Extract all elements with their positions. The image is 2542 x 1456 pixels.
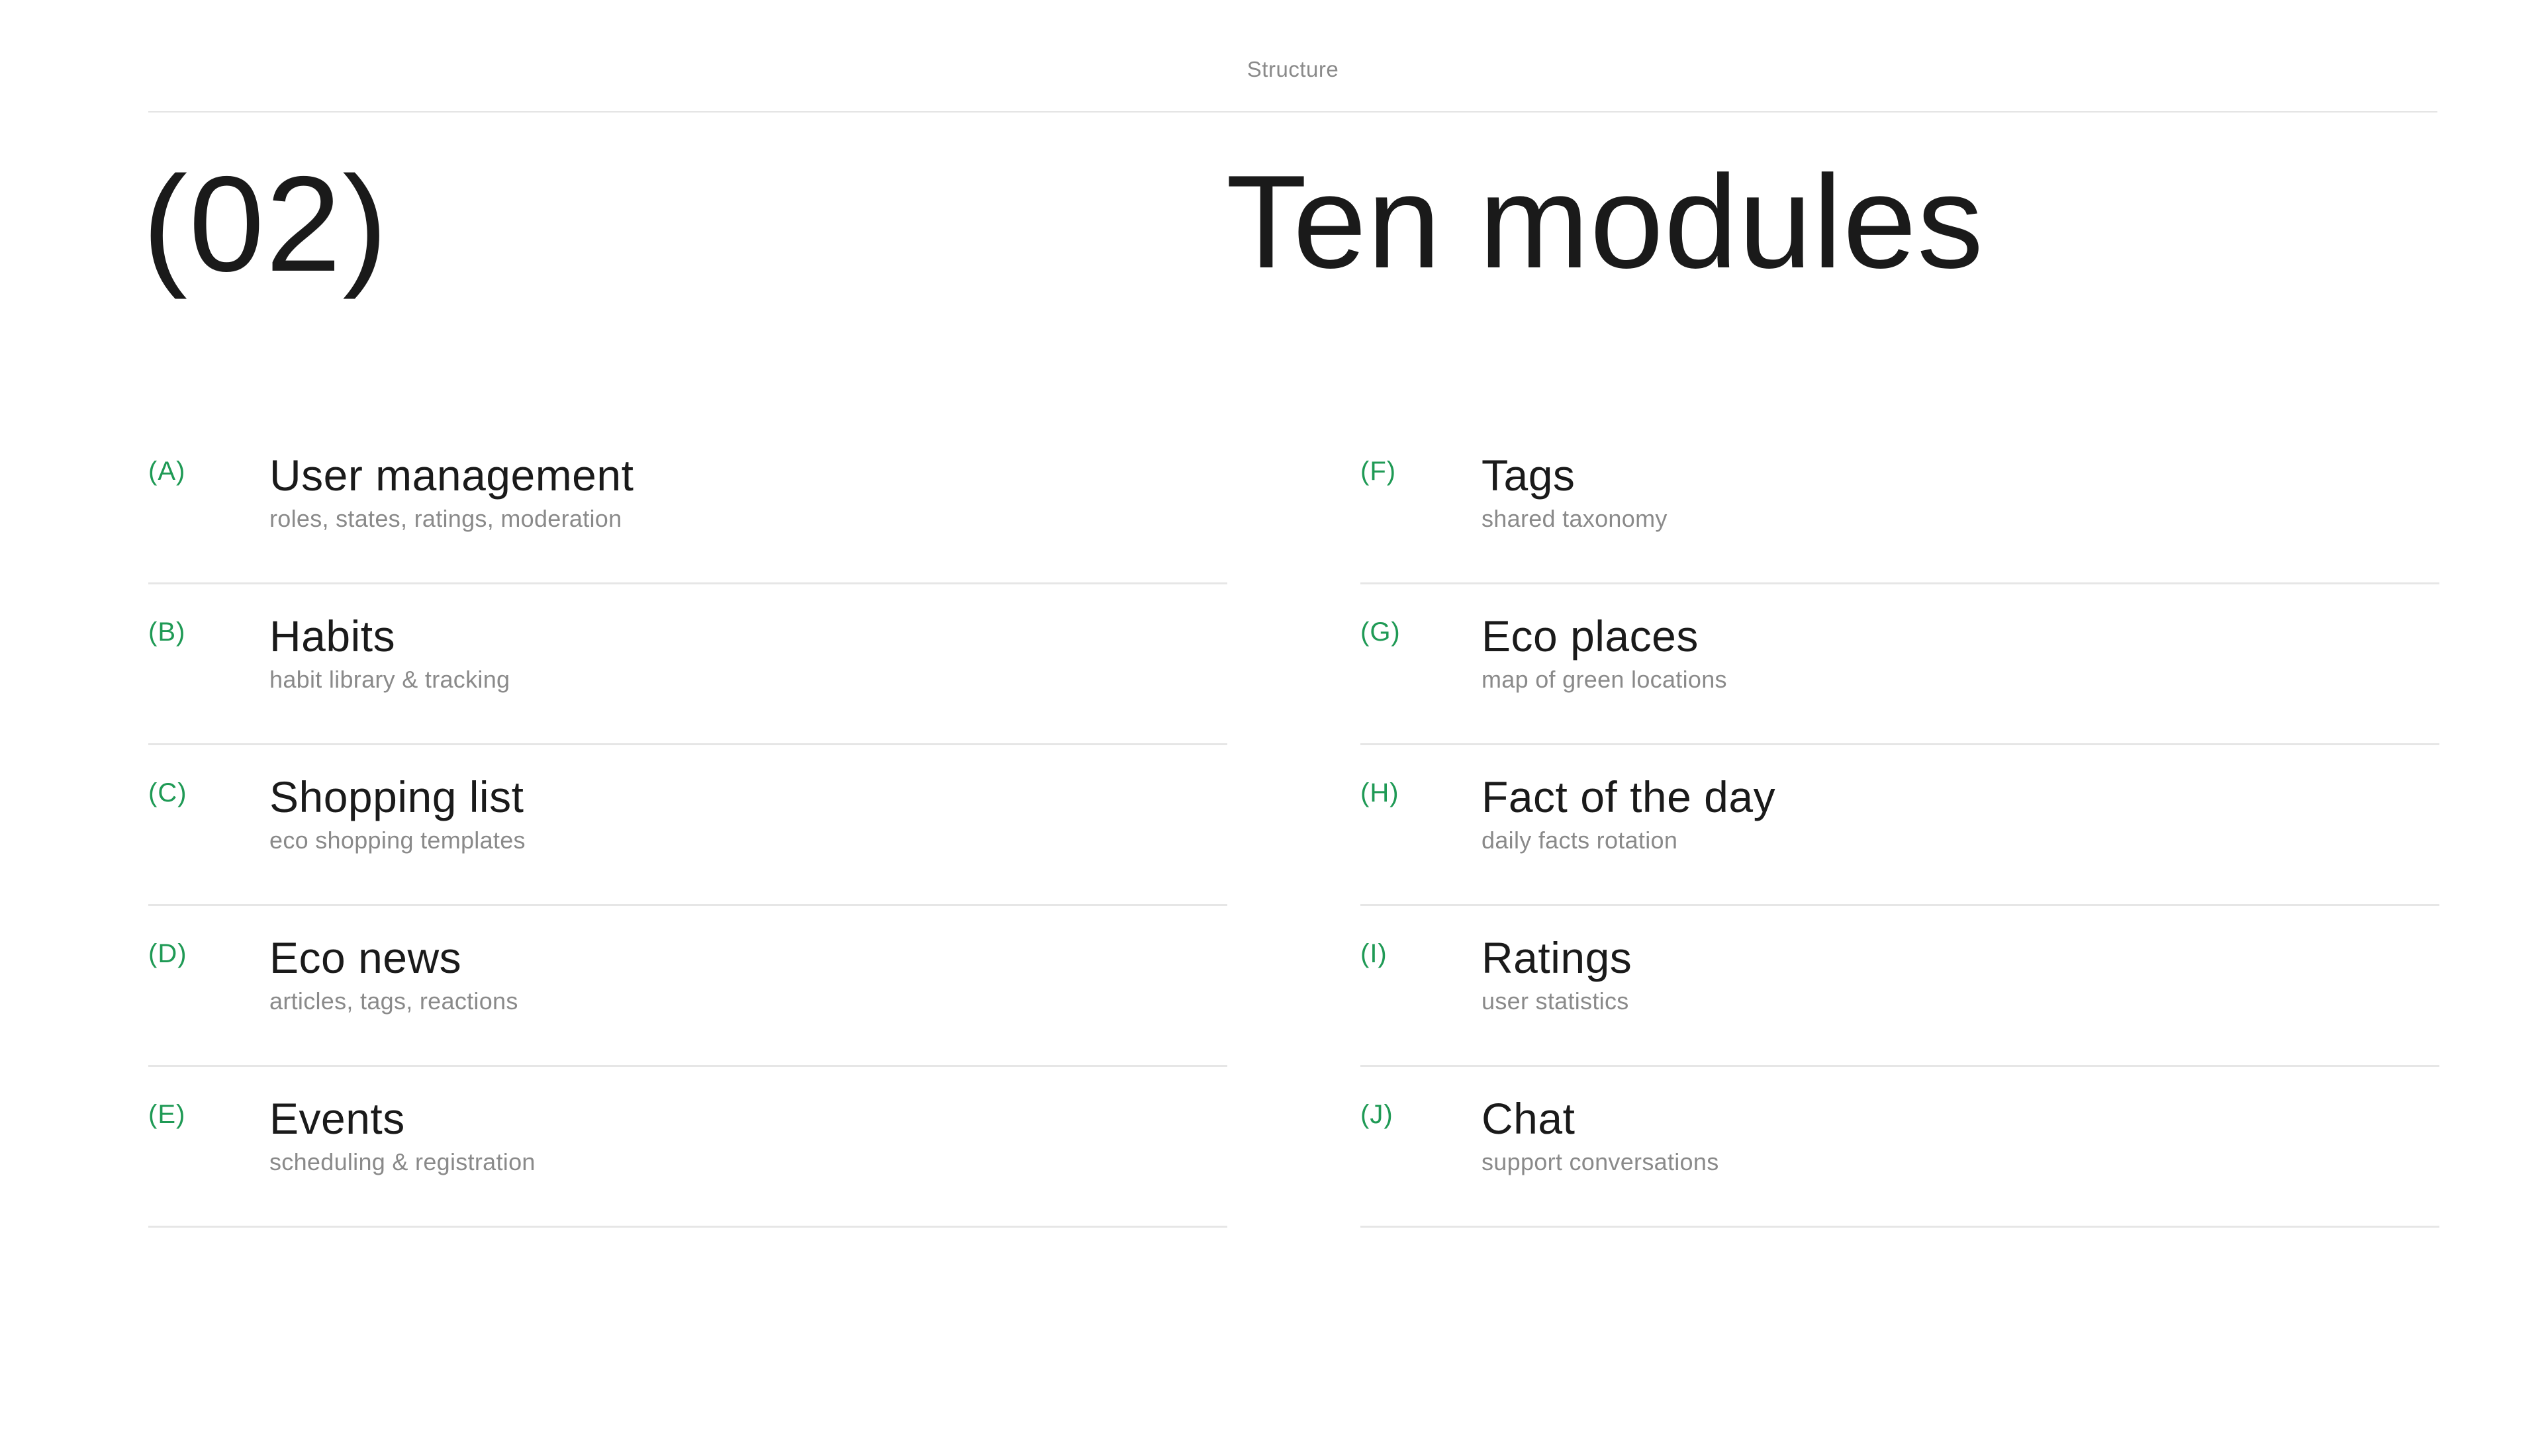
module-title: Ratings	[1482, 933, 1632, 982]
module-subtitle: habit library & tracking	[269, 666, 510, 693]
modules-column-left: (A) User management roles, states, ratin…	[148, 424, 1227, 1228]
module-letter: (B)	[148, 617, 186, 647]
module-letter: (I)	[1360, 939, 1388, 968]
module-title: Shopping list	[269, 772, 524, 821]
module-letter: (F)	[1360, 457, 1397, 486]
module-item-user-management: (A) User management roles, states, ratin…	[148, 424, 1227, 584]
module-subtitle: user statistics	[1482, 987, 1629, 1015]
module-item-chat: (J) Chat support conversations	[1360, 1067, 2439, 1228]
module-subtitle: scheduling & registration	[269, 1148, 536, 1175]
module-subtitle: support conversations	[1482, 1148, 1719, 1175]
module-letter: (J)	[1360, 1100, 1393, 1129]
module-subtitle: map of green locations	[1482, 666, 1727, 693]
module-letter: (H)	[1360, 778, 1399, 807]
module-subtitle: daily facts rotation	[1482, 827, 1678, 854]
module-item-eco-news: (D) Eco news articles, tags, reactions	[148, 906, 1227, 1067]
module-title: Chat	[1482, 1094, 1576, 1143]
module-item-events: (E) Events scheduling & registration	[148, 1067, 1227, 1228]
module-title: Events	[269, 1094, 405, 1143]
module-subtitle: shared taxonomy	[1482, 505, 1668, 532]
header: Structure	[148, 0, 2437, 113]
module-letter: (D)	[148, 939, 187, 968]
modules-column-right: (F) Tags shared taxonomy (G) Eco places …	[1360, 424, 2439, 1228]
module-title: Fact of the day	[1482, 772, 1776, 821]
header-label: Structure	[1247, 57, 1339, 81]
module-title: Eco news	[269, 933, 462, 982]
module-title: Tags	[1482, 451, 1576, 500]
module-item-eco-places: (G) Eco places map of green locations	[1360, 584, 2439, 745]
module-subtitle: articles, tags, reactions	[269, 987, 518, 1015]
module-letter: (C)	[148, 778, 187, 807]
module-item-fact-of-the-day: (H) Fact of the day daily facts rotation	[1360, 745, 2439, 906]
section-number: (02)	[142, 148, 389, 300]
slide: { "header": { "label": "Structure" }, "s…	[0, 0, 2542, 1456]
module-item-shopping-list: (C) Shopping list eco shopping templates	[148, 745, 1227, 906]
module-letter: (G)	[1360, 617, 1401, 647]
module-letter: (A)	[148, 457, 186, 486]
module-subtitle: eco shopping templates	[269, 827, 526, 854]
module-title: Eco places	[1482, 612, 1699, 660]
module-title: Habits	[269, 612, 396, 660]
module-item-tags: (F) Tags shared taxonomy	[1360, 424, 2439, 584]
module-subtitle: roles, states, ratings, moderation	[269, 505, 622, 532]
section-title: Ten modules	[1226, 148, 1984, 296]
module-letter: (E)	[148, 1100, 186, 1129]
module-title: User management	[269, 451, 634, 500]
module-item-habits: (B) Habits habit library & tracking	[148, 584, 1227, 745]
module-item-ratings: (I) Ratings user statistics	[1360, 906, 2439, 1067]
